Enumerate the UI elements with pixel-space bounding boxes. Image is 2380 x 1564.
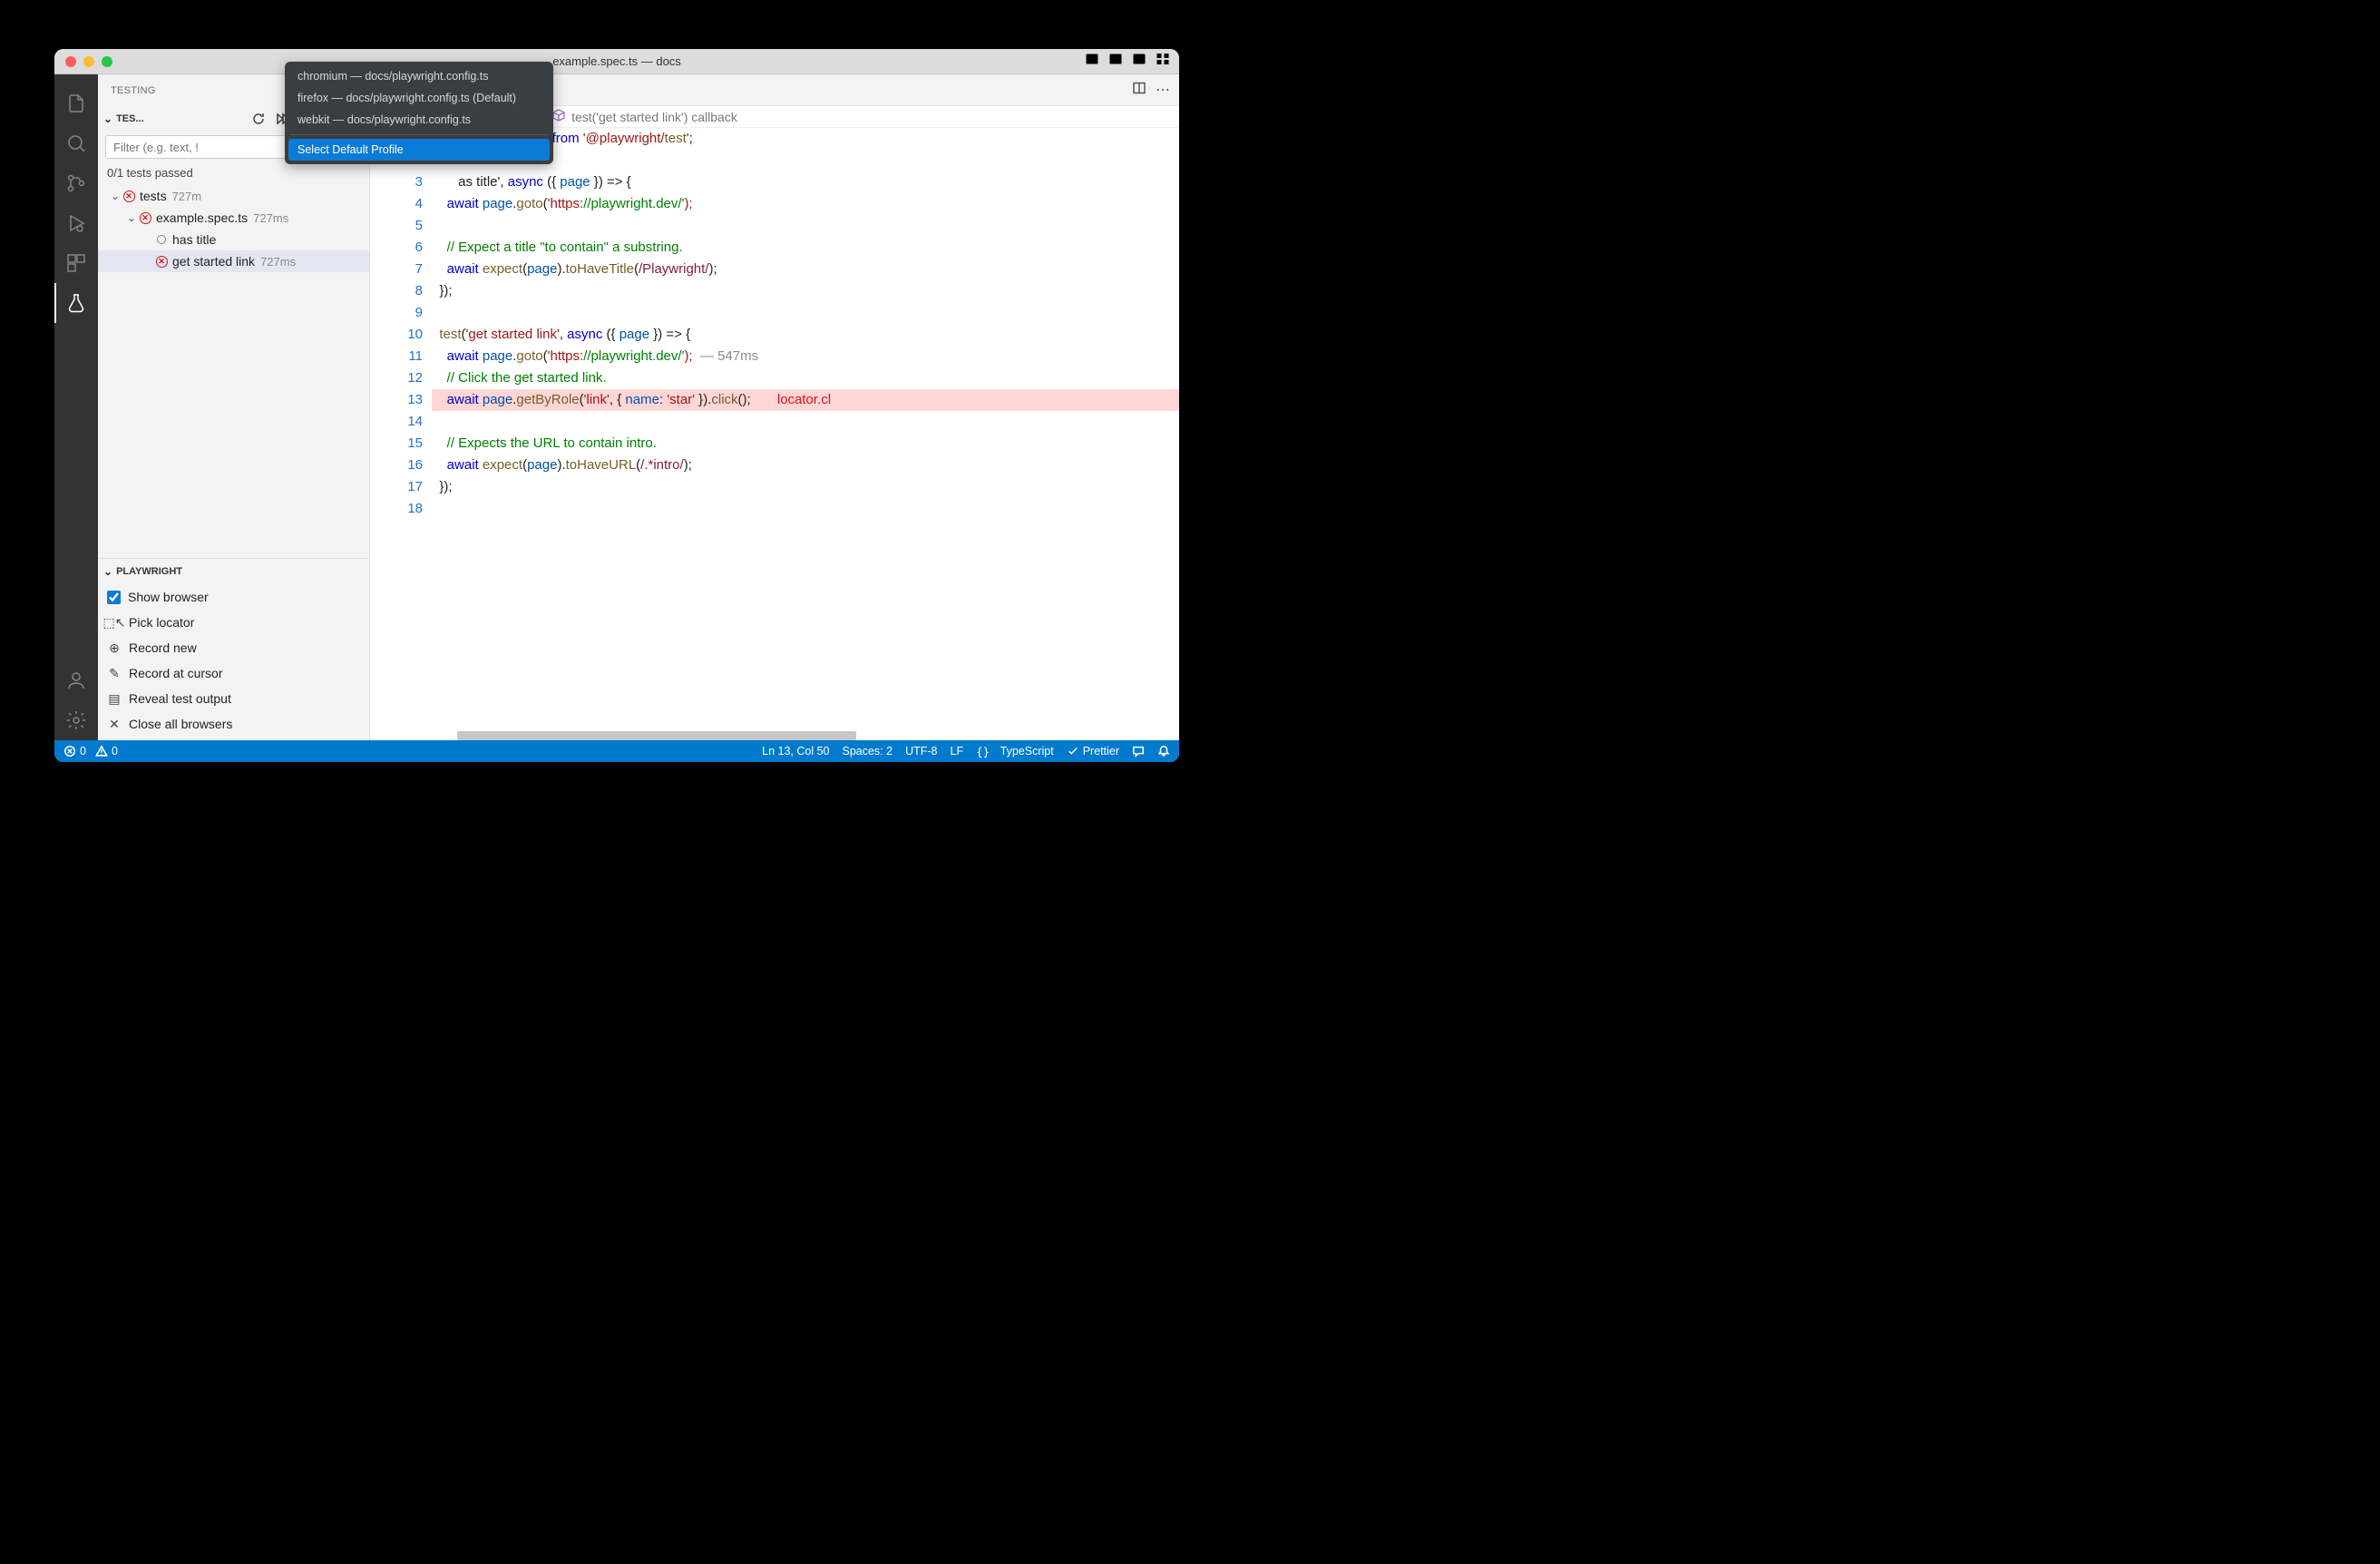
- status-spaces[interactable]: Spaces: 2: [842, 745, 892, 758]
- testing-icon[interactable]: [54, 283, 98, 323]
- profile-option[interactable]: webkit — docs/playwright.config.ts: [288, 109, 550, 131]
- pick-icon: ⬚↖: [107, 615, 122, 630]
- tree-label: get started link: [172, 254, 255, 269]
- panel-left-icon[interactable]: [1085, 52, 1099, 71]
- playwright-action[interactable]: ⊕Record new: [98, 635, 369, 660]
- extensions-icon[interactable]: [54, 243, 98, 283]
- playwright-title: PLAYWRIGHT: [116, 566, 182, 577]
- test-tree-row[interactable]: has title: [98, 229, 369, 250]
- titlebar-actions: [1085, 52, 1170, 71]
- status-eol[interactable]: LF: [951, 745, 964, 758]
- chevron-down-icon: ⌄: [103, 112, 112, 125]
- panel-right-icon[interactable]: [1132, 52, 1146, 71]
- window-controls: [65, 56, 112, 67]
- status-lang[interactable]: {} TypeScript: [976, 745, 1054, 758]
- select-default-profile[interactable]: Select Default Profile: [288, 139, 550, 161]
- tree-label: example.spec.ts: [156, 210, 248, 225]
- playwright-action[interactable]: ✕Close all browsers: [98, 711, 369, 737]
- testing-sidebar: TESTING ⋯ ⌄ TES... ⌄ ⋯ 0/1 tests passed …: [98, 74, 370, 740]
- chevron-down-icon: ⌄: [125, 211, 138, 224]
- settings-gear-icon[interactable]: [54, 700, 98, 740]
- test-tree-row[interactable]: ✕get started link727ms: [98, 250, 369, 272]
- pencil-icon: ✎: [107, 666, 122, 681]
- output-icon: ▤: [107, 691, 122, 707]
- playwright-action[interactable]: ✎Record at cursor: [98, 660, 369, 686]
- maximize-window-button[interactable]: [102, 56, 112, 67]
- status-bar: 0 0 Ln 13, Col 50 Spaces: 2 UTF-8 LF {} …: [54, 740, 1179, 762]
- explorer-icon[interactable]: [54, 83, 98, 123]
- activity-bar: [54, 74, 98, 740]
- tree-time: 727m: [172, 190, 202, 203]
- sidebar-title: TESTING: [111, 85, 156, 96]
- symbol-icon: [551, 108, 566, 125]
- status-feedback-icon[interactable]: [1132, 745, 1145, 758]
- run-debug-icon[interactable]: [54, 203, 98, 243]
- status-warnings[interactable]: 0: [95, 745, 118, 758]
- accounts-icon[interactable]: [54, 660, 98, 700]
- tree-time: 727ms: [260, 255, 296, 269]
- playwright-action[interactable]: ⬚↖Pick locator: [98, 610, 369, 635]
- editor-area: example.spec.ts ✕ ⋯ tests › example.spec…: [370, 74, 1179, 740]
- status-encoding[interactable]: UTF-8: [905, 745, 937, 758]
- more-tab-actions-icon[interactable]: ⋯: [1156, 81, 1170, 99]
- close-window-button[interactable]: [65, 56, 76, 67]
- tree-label: has title: [172, 232, 216, 247]
- profile-dropdown: chromium — docs/playwright.config.tsfire…: [285, 62, 553, 164]
- split-editor-icon[interactable]: [1132, 81, 1146, 100]
- status-bell-icon[interactable]: [1157, 745, 1170, 758]
- x-icon: ✕: [107, 717, 122, 732]
- refresh-icon[interactable]: [248, 108, 269, 130]
- profile-option[interactable]: chromium — docs/playwright.config.ts: [288, 65, 550, 87]
- search-icon[interactable]: [54, 123, 98, 163]
- panel-bottom-icon[interactable]: [1108, 52, 1123, 71]
- source-control-icon[interactable]: [54, 163, 98, 203]
- status-cursor[interactable]: Ln 13, Col 50: [762, 745, 829, 758]
- code-editor[interactable]: 123456789✕101112131415161718 { test, exp…: [370, 128, 1179, 740]
- status-prettier[interactable]: Prettier: [1067, 745, 1119, 758]
- chevron-down-icon: ⌄: [109, 190, 122, 202]
- popup-separator: [290, 134, 548, 135]
- playwright-action[interactable]: Show browser: [98, 584, 369, 610]
- chevron-down-icon: ⌄: [103, 565, 112, 578]
- plus-icon: ⊕: [107, 640, 122, 656]
- profile-option[interactable]: firefox — docs/playwright.config.ts (Def…: [288, 87, 550, 109]
- status-errors[interactable]: 0: [63, 745, 86, 758]
- playwright-header[interactable]: ⌄ PLAYWRIGHT: [98, 559, 369, 584]
- tree-time: 727ms: [253, 211, 288, 225]
- test-tree: ⌄✕tests727m⌄✕example.spec.ts727mshas tit…: [98, 183, 369, 274]
- test-tree-row[interactable]: ⌄✕example.spec.ts727ms: [98, 207, 369, 229]
- test-tree-row[interactable]: ⌄✕tests727m: [98, 185, 369, 207]
- horizontal-scrollbar[interactable]: [457, 731, 856, 740]
- tree-label: tests: [140, 189, 167, 203]
- minimize-window-button[interactable]: [83, 56, 94, 67]
- playwright-action[interactable]: ▤Reveal test output: [98, 686, 369, 711]
- window-title: example.spec.ts — docs: [552, 54, 681, 68]
- tests-passed-label: 0/1 tests passed: [98, 162, 369, 183]
- section-title: TES...: [116, 113, 244, 124]
- show-browser-checkbox[interactable]: [107, 591, 121, 604]
- breadcrumb-symbol[interactable]: test('get started link') callback: [571, 110, 737, 124]
- titlebar: example.spec.ts — docs: [54, 49, 1179, 74]
- layout-icon[interactable]: [1156, 52, 1170, 71]
